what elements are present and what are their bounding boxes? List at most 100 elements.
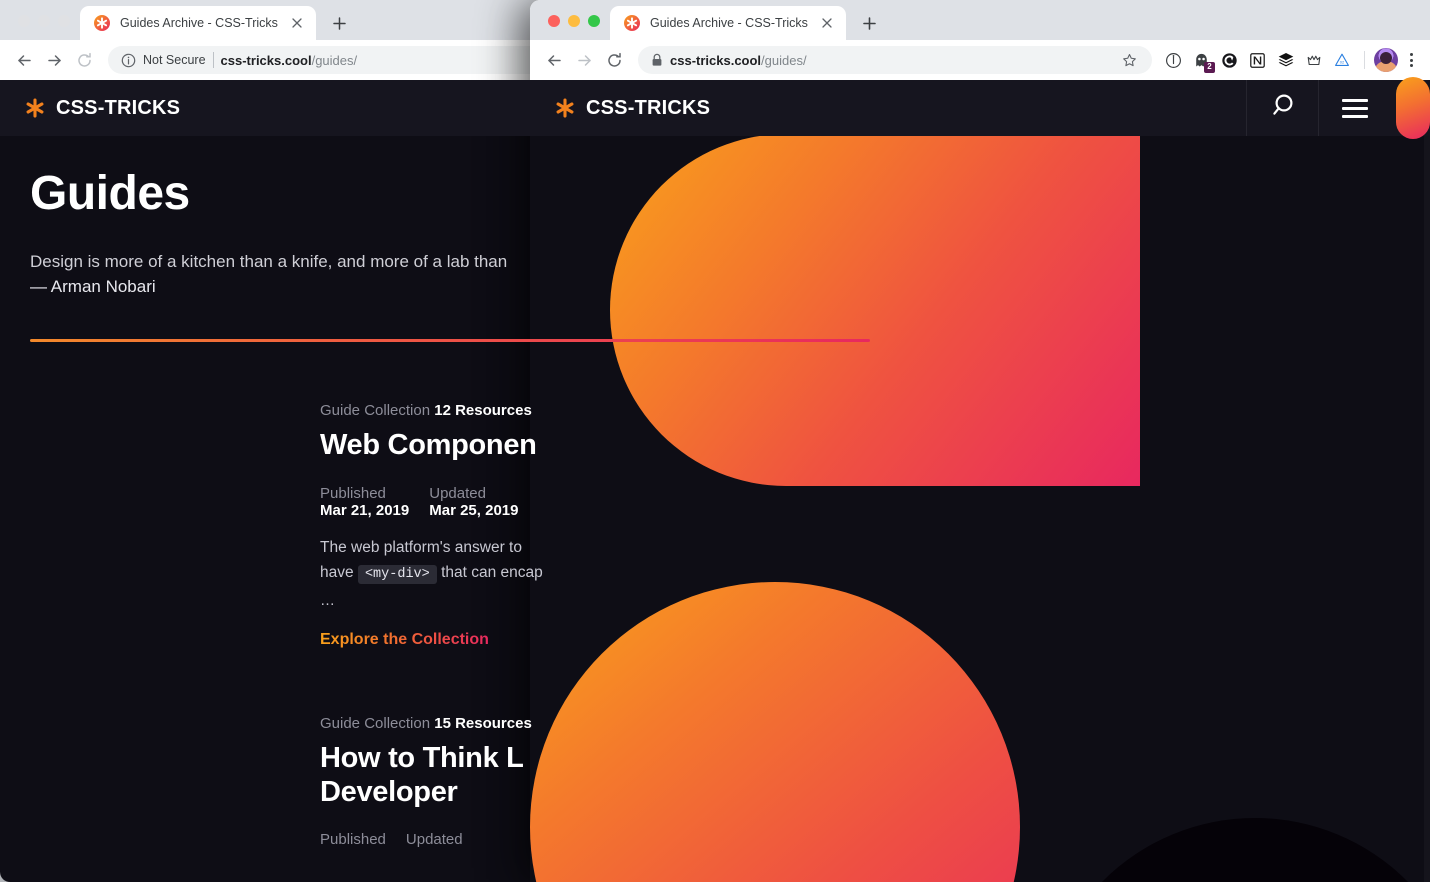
dark-c-logo-icon[interactable]	[1216, 47, 1243, 74]
security-label: Not Secure	[143, 53, 206, 67]
screen: Guides Archive - CSS-Tricks Not Secure c…	[0, 0, 1430, 882]
back-button[interactable]	[10, 46, 38, 74]
browser-toolbar-foreground: css-tricks.cool/guides/ 2 02	[530, 40, 1430, 80]
site-logo-foreground[interactable]: CSS-TRICKS	[530, 97, 710, 120]
hero-section: Guides Design is more of a kitchen than …	[0, 136, 900, 343]
info-circle-icon[interactable]	[1160, 47, 1187, 74]
new-tab-button[interactable]	[856, 9, 884, 37]
decorative-dark-circle-shape	[1040, 818, 1430, 882]
css-tricks-asterisk-logo	[24, 97, 46, 119]
page-title: Guides	[30, 167, 190, 220]
updated-label: Updated	[405, 831, 463, 849]
site-brand-label: CSS-TRICKS	[586, 96, 711, 119]
page-scrollbar[interactable]	[1424, 136, 1430, 882]
excerpt-line-2b: that can encap	[441, 564, 543, 582]
published-block: Published	[320, 831, 386, 848]
tab-title: Guides Archive - CSS-Tricks	[120, 16, 278, 30]
forward-button[interactable]	[40, 46, 68, 74]
page-body-background: Guides Design is more of a kitchen than …	[0, 136, 900, 848]
browser-chrome-foreground: Guides Archive - CSS-Tricks css-tricks.c…	[530, 0, 1430, 80]
notion-icon[interactable]	[1244, 47, 1271, 74]
search-icon	[1268, 91, 1298, 126]
omnibox-divider	[212, 52, 214, 68]
minimize-window-button[interactable]	[38, 15, 50, 27]
crown-icon[interactable]	[1300, 47, 1327, 74]
close-window-button[interactable]	[18, 15, 30, 27]
lock-icon[interactable]	[651, 53, 663, 67]
css-tricks-asterisk-favicon	[624, 15, 640, 31]
close-window-button[interactable]	[548, 15, 560, 27]
guide-card[interactable]: Guide Collection 15 Resources How to Thi…	[0, 715, 900, 848]
tab-strip-foreground: Guides Archive - CSS-Tricks	[530, 0, 1430, 40]
excerpt-line-1: The web platform's answer to	[320, 538, 522, 556]
ghostery-icon[interactable]: 2	[1188, 47, 1215, 74]
excerpt-line-2a: have	[320, 564, 354, 582]
guide-card[interactable]: Guide Collection 12 Resources Web Compon…	[0, 402, 900, 649]
published-value: Mar 21, 2019	[320, 501, 410, 519]
hero-quote: Design is more of a kitchen than a knife…	[30, 250, 870, 299]
toolbar-divider	[1364, 51, 1365, 69]
card-dates: Published Mar 21, 2019 Updated Mar 25, 2…	[320, 485, 900, 519]
browser-tab[interactable]: Guides Archive - CSS-Tricks	[610, 6, 846, 40]
maximize-window-button[interactable]	[588, 15, 600, 27]
maximize-window-button[interactable]	[58, 15, 70, 27]
forward-button[interactable]	[570, 46, 598, 74]
hero-quote-text: Design is more of a kitchen than a knife…	[30, 252, 508, 271]
card-title[interactable]: How to Think L Developer	[320, 742, 900, 809]
inline-code: <my-div>	[357, 565, 437, 585]
hero-quote-attribution: — Arman Nobari	[30, 276, 156, 296]
site-header-foreground: CSS-TRICKS	[530, 77, 1430, 139]
site-brand-label: CSS-TRICKS	[56, 96, 181, 119]
published-label: Published	[320, 484, 386, 502]
window-controls-foreground[interactable]	[542, 15, 610, 40]
window-controls-background[interactable]	[12, 15, 80, 40]
svg-text:02: 02	[1339, 60, 1344, 65]
card-resource-count: 12 Resources	[434, 402, 532, 420]
search-button[interactable]	[1246, 80, 1318, 136]
guide-collection-list: Guide Collection 12 Resources Web Compon…	[0, 342, 900, 848]
ghostery-badge-count: 2	[1204, 61, 1215, 73]
page-background: CSS-TRICKS Guides Design is more of a ki…	[0, 80, 900, 882]
updated-label: Updated	[429, 484, 486, 502]
site-header-actions	[1246, 77, 1430, 139]
card-meta: Guide Collection 12 Resources	[320, 402, 900, 419]
card-dates: Published Updated	[320, 831, 900, 848]
published-block: Published Mar 21, 2019	[320, 485, 409, 519]
address-bar[interactable]: css-tricks.cool/guides/	[638, 46, 1152, 74]
blue-triangle-icon[interactable]: 02	[1328, 47, 1355, 74]
browser-tab[interactable]: Guides Archive - CSS-Tricks	[80, 6, 316, 40]
profile-avatar[interactable]	[1374, 48, 1398, 72]
card-excerpt: The web platform's answer to have <my-di…	[320, 535, 900, 587]
back-button[interactable]	[540, 46, 568, 74]
css-tricks-asterisk-logo	[554, 97, 576, 119]
tab-title: Guides Archive - CSS-Tricks	[650, 16, 808, 30]
new-tab-button[interactable]	[326, 9, 354, 37]
card-kind-label: Guide Collection	[320, 715, 431, 733]
card-meta: Guide Collection 15 Resources	[320, 715, 900, 732]
updated-value: Mar 25, 2019	[429, 501, 519, 519]
excerpt-ellipsis: …	[320, 592, 335, 610]
bookmark-star-icon[interactable]	[1118, 49, 1140, 71]
layers-icon[interactable]	[1272, 47, 1299, 74]
updated-block: Updated Mar 25, 2019	[429, 485, 518, 519]
updated-block: Updated	[406, 831, 463, 848]
info-circle-icon[interactable]	[121, 53, 136, 68]
css-tricks-asterisk-favicon	[94, 15, 110, 31]
card-kind-label: Guide Collection	[320, 402, 431, 420]
site-logo-background[interactable]: CSS-TRICKS	[0, 97, 180, 120]
reload-button[interactable]	[600, 46, 628, 74]
published-label: Published	[320, 831, 386, 849]
card-resource-count: 15 Resources	[434, 715, 532, 733]
extension-icons: 2 02	[1160, 47, 1355, 74]
url-text: css-tricks.cool/guides/	[670, 52, 807, 68]
reload-button[interactable]	[70, 46, 98, 74]
close-tab-icon[interactable]	[288, 14, 306, 32]
hamburger-menu-icon	[1341, 98, 1368, 118]
close-tab-icon[interactable]	[818, 14, 836, 32]
card-title[interactable]: Web Componen	[320, 429, 900, 462]
menu-button[interactable]	[1318, 80, 1390, 136]
explore-collection-link[interactable]: Explore the Collection	[320, 631, 489, 649]
chrome-menu-kebab[interactable]	[1400, 47, 1422, 74]
gradient-pill-decoration	[1396, 77, 1430, 139]
minimize-window-button[interactable]	[568, 15, 580, 27]
